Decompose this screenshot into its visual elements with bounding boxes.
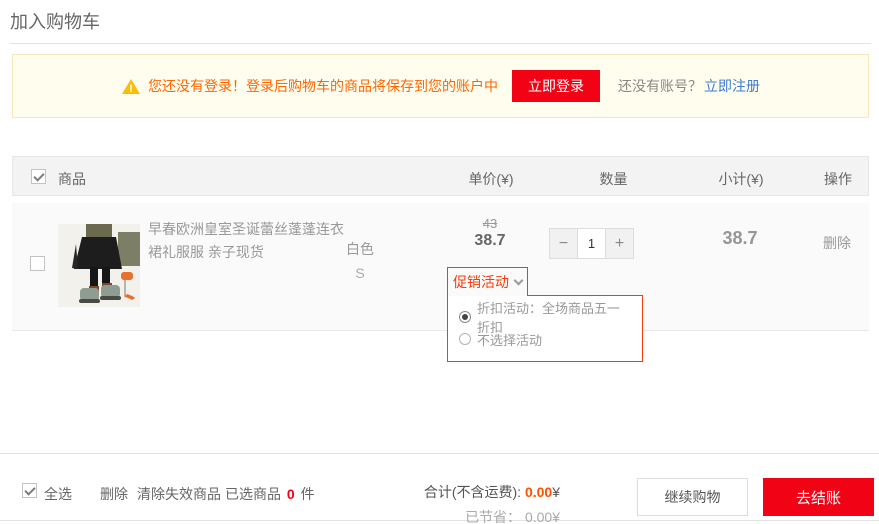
promotion-option-discount[interactable]: 折扣活动：全场商品五一折扣 [459, 306, 631, 328]
selected-count-badge: 0 [285, 486, 297, 502]
selected-prefix: 已选商品 [225, 486, 281, 502]
column-header-unit-price: 单价(¥) [431, 169, 551, 189]
continue-shopping-button[interactable]: 继续购物 [637, 478, 748, 516]
saved-line: 已节省： 0.00¥ [320, 507, 560, 524]
promotion-option-label: 不选择活动 [477, 330, 542, 349]
page-title: 加入购物车 [10, 8, 100, 34]
total-line: 合计(不含运费): 0.00¥ [320, 482, 560, 502]
no-account-text: 还没有账号？ [618, 76, 702, 96]
product-size: S [325, 265, 395, 281]
saved-label: 已节省： [465, 509, 525, 524]
radio-selected-icon[interactable] [459, 311, 471, 323]
selected-suffix: 件 [301, 486, 315, 502]
saved-value: 0.00¥ [525, 509, 560, 524]
column-header-product: 商品 [58, 169, 86, 189]
column-header-action: 操作 [788, 169, 879, 189]
select-all-label[interactable]: 全选 [44, 484, 72, 504]
column-header-quantity: 数量 [556, 169, 671, 189]
product-image[interactable] [58, 224, 140, 307]
promotion-dropdown-panel: 折扣活动：全场商品五一折扣 不选择活动 [447, 295, 643, 362]
cart-page: 加入购物车 ! 您还没有登录！登录后购物车的商品将保存到您的账户中 立即登录 还… [0, 0, 879, 524]
login-now-button[interactable]: 立即登录 [512, 70, 600, 102]
item-select-checkbox[interactable] [30, 256, 45, 271]
radio-unselected-icon[interactable] [459, 333, 471, 345]
plus-icon[interactable]: + [606, 228, 634, 259]
login-warning-message: 您还没有登录！登录后购物车的商品将保存到您的账户中 [148, 76, 498, 96]
cart-item-row: 早春欧洲皇室圣诞蕾丝蓬蓬连衣裙礼服服 亲子现货 白色 S 43 38.7 − +… [12, 203, 869, 331]
checkout-button[interactable]: 去结账 [763, 478, 874, 516]
cart-footer-bar: 全选 删除 清除失效商品 已选商品 0 件 合计(不含运费): 0.00¥ 已节… [0, 453, 879, 521]
totals-block: 合计(不含运费): 0.00¥ 已节省： 0.00¥ [320, 482, 560, 524]
subtotal-value: 38.7 [680, 228, 800, 249]
register-now-link[interactable]: 立即注册 [704, 76, 760, 96]
promotion-dropdown-toggle[interactable]: 促销活动 [447, 267, 528, 296]
footer-delete-link[interactable]: 删除 [100, 484, 128, 504]
total-value: 0.00 [525, 484, 552, 500]
delete-item-link[interactable]: 删除 [787, 233, 879, 253]
total-label: 合计(不含运费): [424, 484, 525, 500]
title-divider [10, 43, 871, 44]
chevron-down-icon [514, 275, 524, 285]
clear-invalid-link[interactable]: 清除失效商品 [137, 484, 221, 504]
product-variant: 白色 S [325, 239, 395, 281]
current-price: 38.7 [430, 232, 550, 250]
quantity-input[interactable] [577, 228, 606, 259]
original-price: 43 [430, 216, 550, 231]
column-header-subtotal: 小计(¥) [681, 169, 801, 189]
product-color: 白色 [325, 239, 395, 259]
header-select-all-checkbox[interactable] [31, 169, 46, 184]
warning-triangle-icon: ! [121, 78, 141, 95]
quantity-stepper: − + [549, 228, 634, 259]
selected-count-text: 已选商品 0 件 [225, 484, 315, 504]
cart-table-header: 商品 单价(¥) 数量 小计(¥) 操作 [12, 156, 869, 196]
currency-symbol: ¥ [552, 484, 560, 500]
minus-icon[interactable]: − [549, 228, 577, 259]
login-warning-banner: ! 您还没有登录！登录后购物车的商品将保存到您的账户中 立即登录 还没有账号？ … [12, 54, 869, 118]
promotion-label: 促销活动 [453, 272, 509, 292]
footer-select-all-checkbox[interactable] [22, 483, 37, 498]
unit-price-cell: 43 38.7 [430, 216, 550, 250]
svg-text:!: ! [129, 83, 133, 95]
